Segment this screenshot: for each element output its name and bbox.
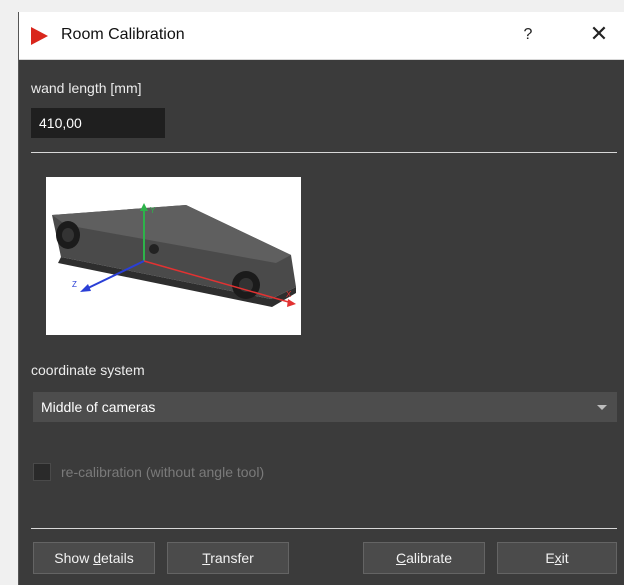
exit-label-accel: x [554,550,562,566]
room-calibration-dialog: Room Calibration ? ✕ wand length [mm] Y [18,12,624,585]
camera-bar-illustration: Y X Z [52,203,296,307]
play-logo-icon [31,27,48,45]
axis-y-label: Y [150,206,156,215]
transfer-label-post: ransfer [210,550,254,566]
exit-label-pre: E [545,550,555,566]
calibrate-button[interactable]: Calibrate [363,542,485,574]
exit-label-post: it [561,550,569,566]
axis-z-label: Z [72,280,77,289]
recalibration-label: re-calibration (without angle tool) [61,464,265,480]
show-details-label-accel: d [93,550,102,566]
camera-coordinate-image: Y X Z [46,177,301,335]
recalibration-checkbox[interactable] [33,463,51,481]
calibrate-label-accel: C [395,550,407,566]
coordinate-system-value: Middle of cameras [41,399,156,415]
exit-button[interactable]: Exit [497,542,617,574]
axis-x-label: X [286,290,292,299]
wand-length-input[interactable] [31,108,165,138]
help-button[interactable]: ? [513,20,543,50]
title-bar: Room Calibration ? ✕ [19,12,624,60]
show-details-button[interactable]: Show details [33,542,155,574]
show-details-label-pre: Show [54,550,94,566]
dropdown-arrow-icon [597,405,607,410]
window-title: Room Calibration [61,26,185,43]
close-button[interactable]: ✕ [583,20,615,50]
wand-length-label: wand length [mm] [31,80,142,96]
calibrate-label-post: alibrate [406,550,453,566]
show-details-label-post: etails [101,550,134,566]
coordinate-system-label: coordinate system [31,362,145,378]
divider-top [31,152,617,153]
divider-bottom [31,528,617,529]
coordinate-system-select[interactable]: Middle of cameras [33,392,617,422]
transfer-button[interactable]: Transfer [167,542,289,574]
